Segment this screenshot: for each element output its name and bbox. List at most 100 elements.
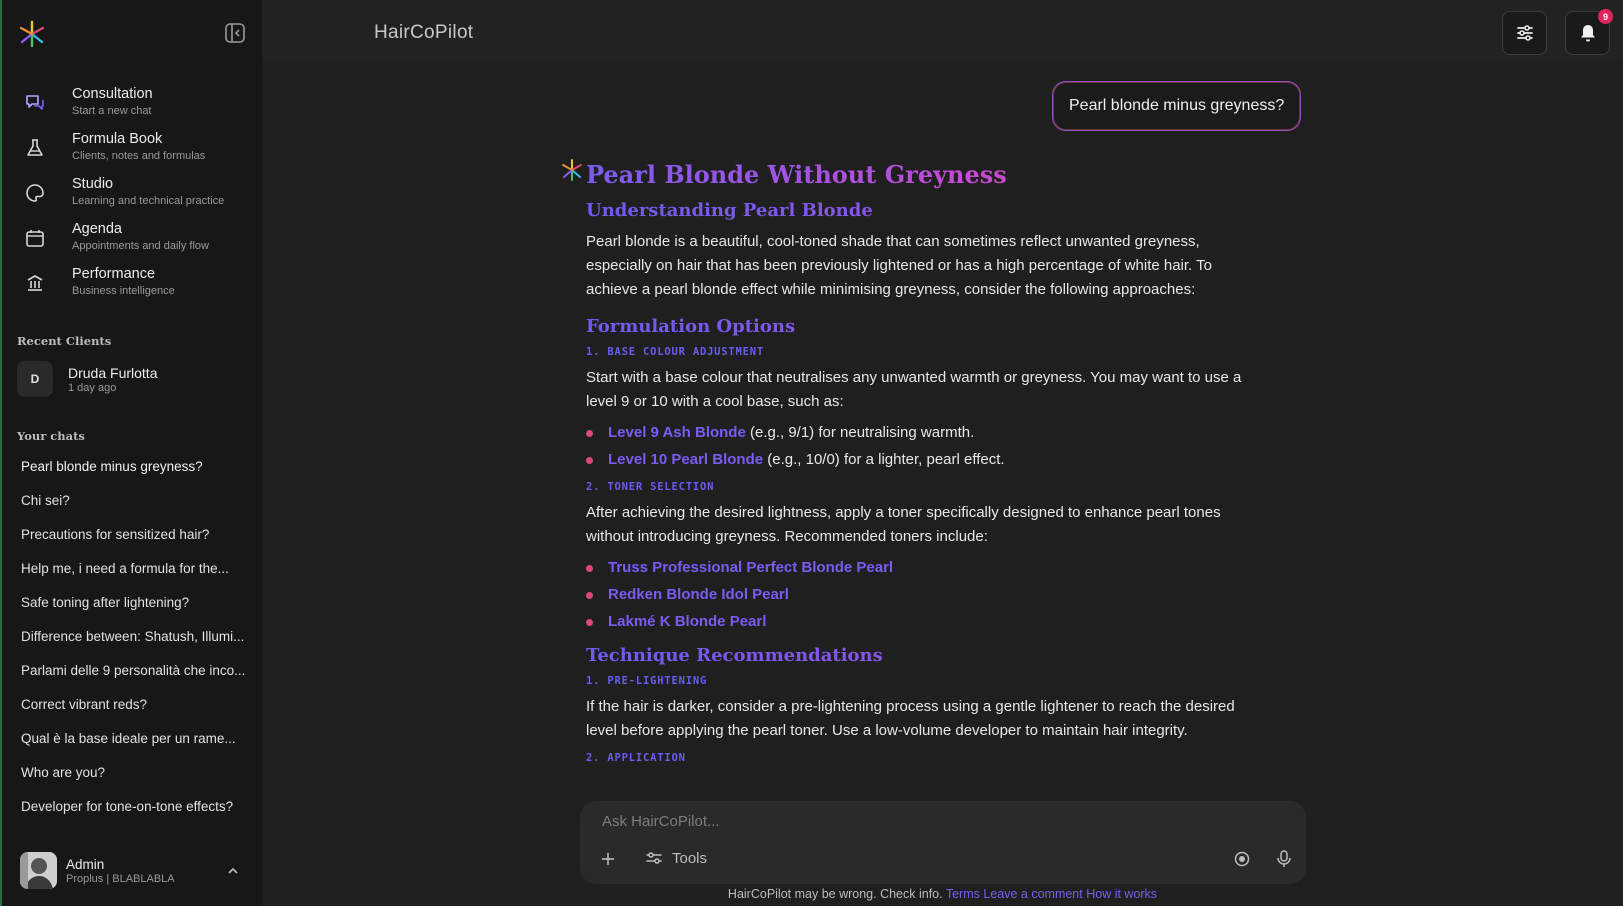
voice-input-button[interactable] xyxy=(1276,850,1292,868)
chat-history-list: Pearl blonde minus greyness? Chi sei? Pr… xyxy=(2,450,264,824)
chevron-up-icon xyxy=(228,867,238,874)
avatar xyxy=(20,852,57,889)
tools-label: Tools xyxy=(672,849,708,867)
nav-item-studio[interactable]: Studio Learning and technical practice xyxy=(2,174,264,219)
palette-icon xyxy=(26,184,44,202)
subsection-heading: 2. APPLICATION xyxy=(586,752,686,764)
paragraph: If the hair is darker, consider a pre-li… xyxy=(586,698,1235,739)
paragraph: Pearl blonde is a beautiful, cool-toned … xyxy=(586,233,1212,298)
terms-link[interactable]: Terms xyxy=(946,887,980,901)
highlight-text: Redken Blonde Idol Pearl xyxy=(608,586,789,603)
user-avatar-icon xyxy=(20,852,57,889)
app-logo-icon[interactable] xyxy=(18,20,46,48)
chat-history-item[interactable]: Pearl blonde minus greyness? xyxy=(2,450,264,484)
chat-history-item[interactable]: Who are you? xyxy=(2,756,264,790)
nav-item-agenda[interactable]: Agenda Appointments and daily flow xyxy=(2,219,264,264)
chat-area: Pearl blonde minus greyness? Pearl Blond… xyxy=(262,61,1623,906)
flask-icon xyxy=(27,139,43,156)
subsection-heading: 1. PRE-LIGHTENING xyxy=(586,675,708,687)
assistant-star-icon xyxy=(562,159,582,181)
list-item: Truss Professional Perfect Blonde Pearl xyxy=(586,554,1266,581)
user-plan: Proplus | BLABLABLA xyxy=(66,873,175,885)
nav-subtitle: Clients, notes and formulas xyxy=(72,150,206,162)
tools-sliders-icon xyxy=(646,852,662,864)
list-item: Lakmé K Blonde Pearl xyxy=(586,608,1266,635)
leave-comment-link[interactable]: Leave a comment xyxy=(983,887,1082,901)
chat-history-item[interactable]: Developer for tone-on-tone effects? xyxy=(2,790,264,824)
notification-count-badge: 9 xyxy=(1598,9,1613,24)
list-item-text: (e.g., 10/0) for a lighter, pearl effect… xyxy=(763,451,1005,468)
recent-client-item[interactable]: D Druda Furlotta 1 day ago xyxy=(17,361,157,397)
highlight-text: Level 9 Ash Blonde xyxy=(608,424,746,441)
chat-history-item[interactable]: Parlami delle 9 personalità che inco... xyxy=(2,654,264,688)
user-message-bubble: Pearl blonde minus greyness? xyxy=(1052,81,1302,131)
tools-button[interactable]: Tools xyxy=(645,849,707,867)
add-attachment-button[interactable] xyxy=(600,851,616,867)
chat-history-item[interactable]: Precautions for sensitized hair? xyxy=(2,518,264,552)
notifications-button[interactable]: 9 xyxy=(1565,9,1613,55)
response-title: Pearl Blonde Without Greyness xyxy=(586,158,1266,192)
nav-title: Consultation xyxy=(72,86,153,102)
nav-title: Formula Book xyxy=(72,131,163,147)
subsection-heading: 2. TONER SELECTION xyxy=(586,481,715,493)
nav-subtitle: Appointments and daily flow xyxy=(72,240,209,252)
paragraph: After achieving the desired lightness, a… xyxy=(586,504,1221,545)
chat-bubbles-icon xyxy=(26,95,44,110)
chat-history-item[interactable]: Chi sei? xyxy=(2,484,264,518)
footer-disclaimer: HairCoPilot may be wrong. Check info. Te… xyxy=(262,887,1623,901)
main-nav: Consultation Start a new chat Formula Bo… xyxy=(2,84,264,309)
sliders-icon xyxy=(1516,25,1533,41)
client-avatar: D xyxy=(17,361,53,397)
your-chats-label: Your chats xyxy=(17,429,85,443)
record-circle-icon xyxy=(1234,851,1250,867)
bullet-list: Truss Professional Perfect Blonde Pearl … xyxy=(586,554,1266,635)
nav-title: Studio xyxy=(72,176,114,192)
section-heading: Formulation Options xyxy=(586,314,1266,340)
nav-item-formula-book[interactable]: Formula Book Clients, notes and formulas xyxy=(2,129,264,174)
recent-clients-label: Recent Clients xyxy=(17,334,112,348)
microphone-icon xyxy=(1277,850,1291,867)
top-header: HairCoPilot 9 xyxy=(262,0,1623,61)
highlight-text: Level 10 Pearl Blonde xyxy=(608,451,764,468)
message-composer: Tools xyxy=(580,801,1306,884)
nav-subtitle: Start a new chat xyxy=(72,105,152,117)
sidebar: Consultation Start a new chat Formula Bo… xyxy=(0,0,262,906)
list-item: Redken Blonde Idol Pearl xyxy=(586,581,1266,608)
how-it-works-link[interactable]: How it works xyxy=(1086,887,1157,901)
nav-item-performance[interactable]: Performance Business intelligence xyxy=(2,264,264,309)
highlight-text: Lakmé K Blonde Pearl xyxy=(608,613,767,630)
subsection-heading: 1. BASE COLOUR ADJUSTMENT xyxy=(586,346,765,358)
assistant-response: Pearl Blonde Without Greyness Understand… xyxy=(562,158,1266,766)
nav-title: Agenda xyxy=(72,221,122,237)
plus-icon xyxy=(602,853,614,865)
nav-title: Performance xyxy=(72,266,156,282)
client-name: Druda Furlotta xyxy=(68,365,158,381)
paragraph: Start with a base colour that neutralise… xyxy=(586,369,1242,410)
calendar-icon xyxy=(26,230,44,247)
user-name: Admin xyxy=(66,857,105,872)
client-last-seen: 1 day ago xyxy=(68,382,117,394)
collapse-sidebar-icon[interactable] xyxy=(224,22,246,44)
list-item-text: (e.g., 9/1) for neutralising warmth. xyxy=(745,424,975,441)
record-button[interactable] xyxy=(1234,851,1250,867)
chat-history-item[interactable]: Difference between: Shatush, Illumi... xyxy=(2,620,264,654)
chat-history-item[interactable]: Safe toning after lightening? xyxy=(2,586,264,620)
disclaimer-text: HairCoPilot may be wrong. Check info. xyxy=(727,887,943,901)
settings-button[interactable] xyxy=(1502,11,1547,55)
section-heading: Understanding Pearl Blonde xyxy=(586,198,1266,224)
nav-subtitle: Business intelligence xyxy=(72,285,175,297)
highlight-text: Truss Professional Perfect Blonde Pearl xyxy=(608,559,894,576)
app-title: HairCoPilot xyxy=(374,22,474,43)
section-heading: Technique Recommendations xyxy=(586,643,1266,669)
bullet-list: Level 9 Ash Blonde (e.g., 9/1) for neutr… xyxy=(586,419,1266,473)
list-item: Level 9 Ash Blonde (e.g., 9/1) for neutr… xyxy=(586,419,1266,446)
bank-icon xyxy=(27,275,43,291)
nav-subtitle: Learning and technical practice xyxy=(72,195,225,207)
nav-item-consultation[interactable]: Consultation Start a new chat xyxy=(2,84,264,129)
chat-history-item[interactable]: Qual è la base ideale per un rame... xyxy=(2,722,264,756)
chat-history-item[interactable]: Help me, i need a formula for the... xyxy=(2,552,264,586)
chat-history-item[interactable]: Correct vibrant reds? xyxy=(2,688,264,722)
message-input[interactable] xyxy=(602,813,1242,830)
bell-icon xyxy=(1580,25,1595,42)
user-account-menu[interactable]: Admin Proplus | BLABLABLA xyxy=(20,852,240,889)
